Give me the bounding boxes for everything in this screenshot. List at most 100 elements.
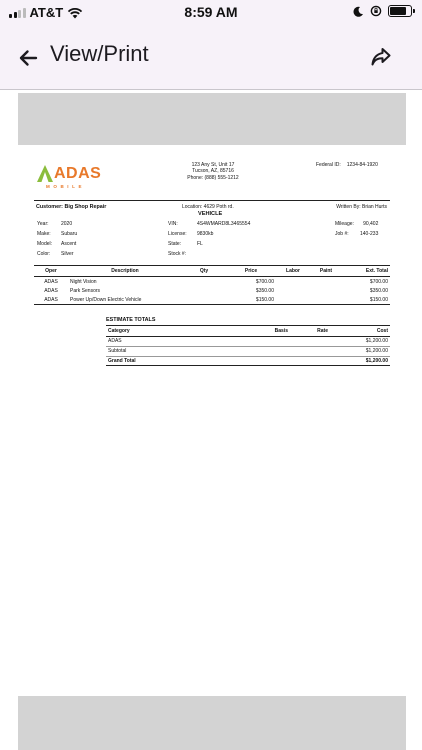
- operations-header-row: Oper Description Qty Price Labor Paint E…: [34, 264, 390, 278]
- app-bar: View/Print: [0, 26, 422, 90]
- col-qty: Qty: [182, 264, 226, 278]
- cell-ext-total: $150.00: [342, 295, 390, 306]
- share-icon[interactable]: [368, 44, 394, 70]
- col-cost: Cost: [330, 324, 390, 338]
- color-label: Color:: [37, 250, 51, 257]
- cell-ext-total: $350.00: [369, 287, 388, 294]
- federal-id-value: 1234-84-1920: [346, 162, 378, 168]
- cell-paint: [310, 277, 342, 287]
- col-basis: Basis: [214, 324, 290, 338]
- logo-name: ADAS: [54, 165, 102, 182]
- col-description: Description: [68, 264, 182, 278]
- col-category: Category: [106, 324, 214, 338]
- stock-label: Stock #:: [168, 250, 187, 257]
- federal-id-label: Federal ID:: [316, 162, 341, 168]
- color-value: Silver: [61, 250, 74, 257]
- cell-paint: [310, 295, 342, 306]
- cell-oper: ADAS: [44, 278, 58, 285]
- cell-qty: [182, 295, 226, 306]
- document-header-band: [18, 93, 406, 145]
- cell-price: $700.00: [255, 278, 274, 285]
- make-label: Make:: [37, 230, 51, 237]
- vin-value: 4S4WMARD8L3465554: [197, 221, 251, 227]
- table-row: ADAS $1,200.00: [106, 336, 390, 347]
- cell-rate: [290, 356, 330, 367]
- cell-basis: [214, 356, 290, 367]
- license-label: License:: [168, 230, 187, 237]
- cell-oper: ADAS: [34, 295, 68, 306]
- col-oper: Oper: [34, 264, 68, 278]
- cell-rate: [290, 346, 330, 357]
- cell-qty: [182, 277, 226, 287]
- col-ext-total: Ext. Total: [342, 264, 390, 278]
- grand-total-row: Grand Total $1,200.00: [106, 356, 390, 367]
- model-value: Ascent: [61, 240, 77, 247]
- customer-location: Location: 4629 Poth rd.: [182, 204, 234, 210]
- cell-basis: [214, 346, 290, 357]
- col-rate: Rate: [290, 324, 330, 338]
- cell-category: ADAS: [106, 336, 214, 347]
- col-price: Price: [226, 264, 276, 278]
- cell-labor: [276, 286, 310, 295]
- operations-table: Oper Description Qty Price Labor Paint E…: [34, 264, 390, 306]
- customer-row: Customer: Big Shop Repair Location: 4629…: [34, 200, 390, 210]
- document-footer-band: [18, 696, 406, 750]
- page-title: View/Print: [50, 41, 149, 66]
- cell-labor: [276, 277, 310, 287]
- col-labor: Labor: [276, 264, 310, 278]
- logo-sub: MOBILE: [46, 184, 86, 189]
- year-value: 2020: [61, 221, 73, 227]
- mileage-label: Mileage:: [335, 221, 354, 227]
- make-value: Subaru: [61, 230, 78, 237]
- battery-fill: [390, 7, 406, 15]
- status-right: [353, 5, 415, 17]
- cell-category: Subtotal: [106, 346, 214, 357]
- moon-icon: [353, 6, 363, 17]
- cell-cost: $1,200.00: [330, 356, 390, 367]
- vin-label: VIN:: [168, 221, 178, 227]
- cell-paint: [310, 286, 342, 295]
- table-row: ADAS Park Sensors $350.00 $350.00: [34, 286, 390, 295]
- federal-id: Federal ID: 1234-84-1920: [316, 162, 384, 168]
- license-value: 9830kb: [197, 230, 214, 237]
- cell-cost: $1,200.00: [330, 346, 390, 357]
- year-label: Year:: [37, 221, 49, 227]
- vehicle-details-middle: VIN: 4S4WMARD8L3465554 License: 9830kb Sta…: [168, 221, 250, 257]
- vehicle-details-right: Mileage: 90,402 Job #: 140-233: [335, 221, 378, 237]
- cell-basis: [214, 336, 290, 347]
- stock-value: [197, 251, 250, 257]
- company-logo: ADAS MOBILE: [37, 165, 105, 193]
- estimate-totals-heading: ESTIMATE TOTALS: [106, 317, 156, 323]
- cell-labor: [276, 295, 310, 306]
- battery-icon: [388, 5, 415, 17]
- job-label: Job #:: [335, 230, 349, 237]
- cell-cost: $1,200.00: [330, 336, 390, 347]
- customer-name: Customer: Big Shop Repair: [36, 204, 107, 210]
- cell-price: $350.00: [255, 287, 274, 294]
- cell-ext-total: $700.00: [369, 278, 388, 285]
- state-value: FL: [197, 240, 203, 247]
- estimate-totals-table: Category Basis Rate Cost ADAS $1,200.00 …: [106, 324, 390, 367]
- table-row: ADAS Power Up/Down Electric Vehicle $150…: [34, 295, 390, 306]
- job-value: 140-233: [360, 230, 379, 237]
- col-paint: Paint: [310, 264, 342, 278]
- cell-description: Power Up/Down Electric Vehicle: [68, 295, 182, 306]
- cell-rate: [290, 336, 330, 347]
- cell-oper: ADAS: [44, 287, 58, 294]
- written-by: Written By: Brian Hurts: [336, 204, 387, 210]
- cell-description: Park Sensors: [70, 287, 101, 294]
- shop-address: 123 Any St, Unit 17 Tucson, AZ, 85716 Ph…: [180, 162, 246, 181]
- vehicle-details-left: Year: 2020 Make: Subaru Model: Ascent Color…: [37, 221, 77, 257]
- logo-triangle-icon: [37, 165, 53, 182]
- vehicle-heading: VEHICLE: [198, 211, 223, 217]
- table-row: Subtotal $1,200.00: [106, 346, 390, 357]
- shop-phone: Phone: (888) 555-1212: [187, 174, 239, 181]
- table-row: ADAS Night Vision $700.00 $700.00: [34, 277, 390, 287]
- status-bar: AT&T 8:59 AM: [0, 0, 422, 26]
- model-label: Model:: [37, 240, 53, 247]
- orientation-lock-icon: [370, 5, 382, 17]
- mileage-value: 90,402: [363, 221, 379, 227]
- state-label: State:: [168, 240, 182, 247]
- back-arrow-icon[interactable]: [14, 44, 42, 72]
- cell-description: Night Vision: [70, 278, 97, 285]
